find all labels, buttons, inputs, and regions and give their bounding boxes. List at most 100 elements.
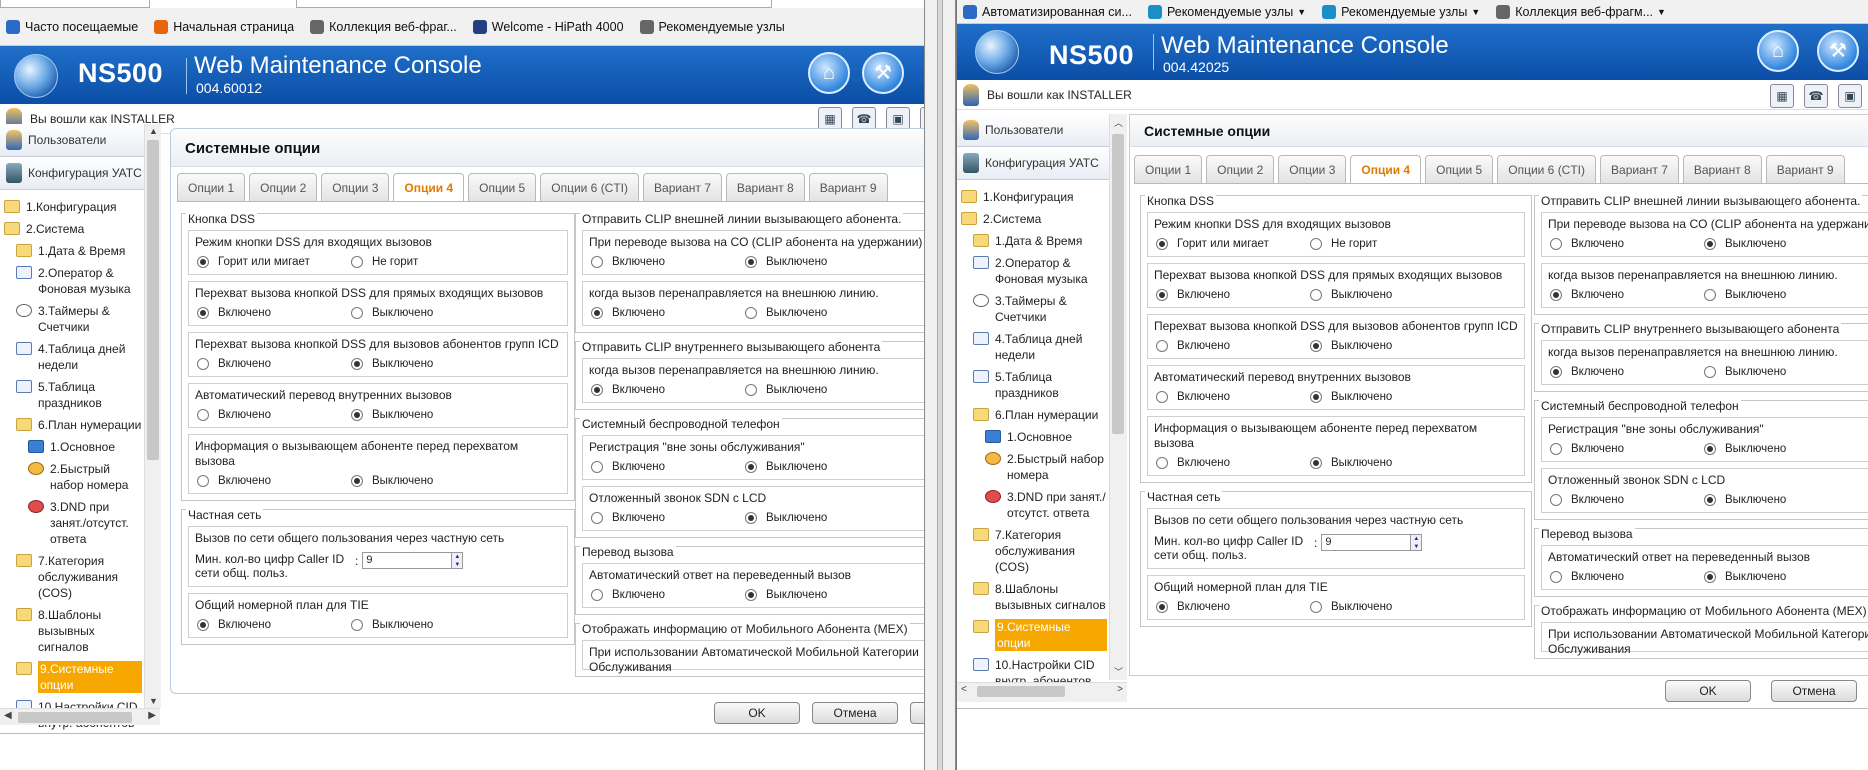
favorite-link[interactable]: Коллекция веб-фрагм... ▼ — [1496, 4, 1666, 19]
tab-1[interactable]: Опции 1 — [1134, 155, 1203, 183]
radio-button[interactable] — [1550, 289, 1562, 301]
radio-option[interactable]: Выключено — [351, 475, 491, 487]
calendar-icon[interactable]: ▦ — [1770, 84, 1794, 108]
tree-node[interactable]: 5.Таблица праздников — [0, 376, 142, 414]
ok-button[interactable]: OK — [714, 702, 800, 724]
radio-option[interactable]: Выключено — [745, 384, 885, 396]
radio-button[interactable] — [591, 461, 603, 473]
sidebar-hscroll-thumb[interactable] — [18, 712, 132, 723]
sidebar-vscroll[interactable]: ▲ ▼ — [144, 124, 161, 708]
tree-node[interactable]: 3.DND при занят./отсутст. ответа — [0, 496, 142, 550]
home-button[interactable]: ⌂ — [808, 52, 850, 94]
tree-node[interactable]: 7.Категория обслуживания (COS) — [0, 550, 142, 604]
spin-up-icon[interactable]: ▲ — [1411, 535, 1421, 543]
radio-button[interactable] — [745, 384, 757, 396]
tab-8[interactable]: Вариант 8 — [1682, 155, 1762, 183]
chevron-down-icon[interactable]: ▼ — [1297, 7, 1306, 17]
radio-button[interactable] — [591, 384, 603, 396]
radio-button[interactable] — [197, 475, 209, 487]
radio-option[interactable]: Включено — [1156, 340, 1310, 352]
favorite-link[interactable]: Часто посещаемые — [6, 19, 138, 34]
radio-option[interactable]: Выключено — [351, 619, 491, 631]
tree-node[interactable]: 8.Шаблоны вызывных сигналов — [0, 604, 142, 658]
radio-button[interactable] — [1156, 238, 1168, 250]
tree-node[interactable]: 5.Таблица праздников — [957, 366, 1107, 404]
tree-node[interactable]: 8.Шаблоны вызывных сигналов — [957, 578, 1107, 616]
radio-option[interactable]: Включено — [197, 307, 351, 319]
tab-6[interactable]: Опции 6 (CTI) — [1497, 155, 1597, 183]
radio-option[interactable]: Включено — [1156, 289, 1310, 301]
tab-2[interactable]: Опции 2 — [249, 173, 318, 201]
radio-button[interactable] — [1310, 340, 1322, 352]
address-bar-edge[interactable] — [0, 0, 150, 8]
tab-7[interactable]: Вариант 7 — [643, 173, 722, 201]
radio-button[interactable] — [351, 307, 363, 319]
tab-3[interactable]: Опции 3 — [321, 173, 390, 201]
radio-button[interactable] — [197, 619, 209, 631]
radio-button[interactable] — [1704, 494, 1716, 506]
radio-option[interactable]: Включено — [1550, 494, 1704, 506]
radio-button[interactable] — [197, 307, 209, 319]
spinner-buttons[interactable]: ▲ ▼ — [1411, 534, 1423, 551]
tree-node[interactable]: 2.Быстрый набор номера — [0, 458, 142, 496]
nav-users[interactable]: Пользователи — [0, 124, 160, 157]
min-digits-spinner[interactable]: 9 ▲ ▼ — [362, 552, 464, 569]
spin-down-icon[interactable]: ▼ — [1411, 543, 1421, 551]
min-digits-input[interactable]: 9 — [362, 552, 453, 569]
radio-button[interactable] — [197, 358, 209, 370]
radio-button[interactable] — [1156, 391, 1168, 403]
tree-node[interactable]: 2.Оператор & Фоновая музыка — [957, 252, 1107, 290]
radio-button[interactable] — [1310, 457, 1322, 469]
sidebar-vscroll[interactable]: ︿ ﹀ — [1109, 114, 1127, 680]
radio-button[interactable] — [351, 409, 363, 421]
min-digits-input[interactable]: 9 — [1321, 534, 1412, 551]
tab-7[interactable]: Вариант 7 — [1600, 155, 1679, 183]
nav-users[interactable]: Пользователи — [957, 114, 1127, 147]
ok-button[interactable]: OK — [1665, 680, 1751, 702]
favorite-link[interactable]: Начальная страница — [154, 19, 294, 34]
radio-button[interactable] — [1550, 494, 1562, 506]
nav-pbx-config[interactable]: Конфигурация УАТС — [0, 157, 160, 190]
radio-button[interactable] — [1704, 366, 1716, 378]
spin-down-icon[interactable]: ▼ — [452, 561, 462, 569]
tree-node[interactable]: 3.Таймеры & Счетчики — [0, 300, 142, 338]
radio-option[interactable]: Выключено — [1704, 494, 1844, 506]
save-icon[interactable]: ▣ — [1838, 84, 1862, 108]
radio-option[interactable]: Выключено — [1310, 340, 1450, 352]
tree-node[interactable]: 3.DND при занят./отсутст. ответа — [957, 486, 1107, 524]
radio-button[interactable] — [1550, 366, 1562, 378]
radio-option[interactable]: Включено — [1550, 443, 1704, 455]
radio-option[interactable]: Включено — [591, 461, 745, 473]
radio-option[interactable]: Включено — [1156, 601, 1310, 613]
sidebar-hscroll[interactable]: ◀ ▶ — [0, 708, 160, 725]
tree-node[interactable]: 2.Оператор & Фоновая музыка — [0, 262, 142, 300]
tree-node[interactable]: 2.Система — [957, 208, 1107, 230]
radio-option[interactable]: Горит или мигает — [197, 256, 351, 268]
tab-5[interactable]: Опции 5 — [468, 173, 537, 201]
radio-option[interactable]: Не горит — [351, 256, 491, 268]
radio-button[interactable] — [1704, 238, 1716, 250]
radio-option[interactable]: Выключено — [1704, 238, 1844, 250]
radio-button[interactable] — [745, 589, 757, 601]
radio-button[interactable] — [197, 256, 209, 268]
radio-option[interactable]: Включено — [197, 619, 351, 631]
radio-option[interactable]: Выключено — [745, 256, 885, 268]
radio-option[interactable]: Горит или мигает — [1156, 238, 1310, 250]
phone-settings-icon[interactable]: ☎ — [1804, 84, 1828, 108]
tab-9[interactable]: Вариант 9 — [808, 173, 888, 201]
radio-button[interactable] — [1310, 238, 1322, 250]
radio-option[interactable]: Включено — [197, 358, 351, 370]
radio-button[interactable] — [351, 475, 363, 487]
tools-button[interactable]: ⚒ — [1817, 30, 1859, 72]
radio-button[interactable] — [591, 307, 603, 319]
tab-5[interactable]: Опции 5 — [1425, 155, 1494, 183]
radio-option[interactable]: Включено — [1550, 238, 1704, 250]
tree-node[interactable]: 2.Быстрый набор номера — [957, 448, 1107, 486]
tree-node[interactable]: 4.Таблица дней недели — [0, 338, 142, 376]
cancel-button[interactable]: Отмена — [1771, 680, 1857, 702]
cancel-button[interactable]: Отмена — [812, 702, 898, 724]
radio-button[interactable] — [1310, 601, 1322, 613]
radio-button[interactable] — [351, 619, 363, 631]
radio-option[interactable]: Включено — [1550, 571, 1704, 583]
radio-option[interactable]: Выключено — [745, 307, 885, 319]
